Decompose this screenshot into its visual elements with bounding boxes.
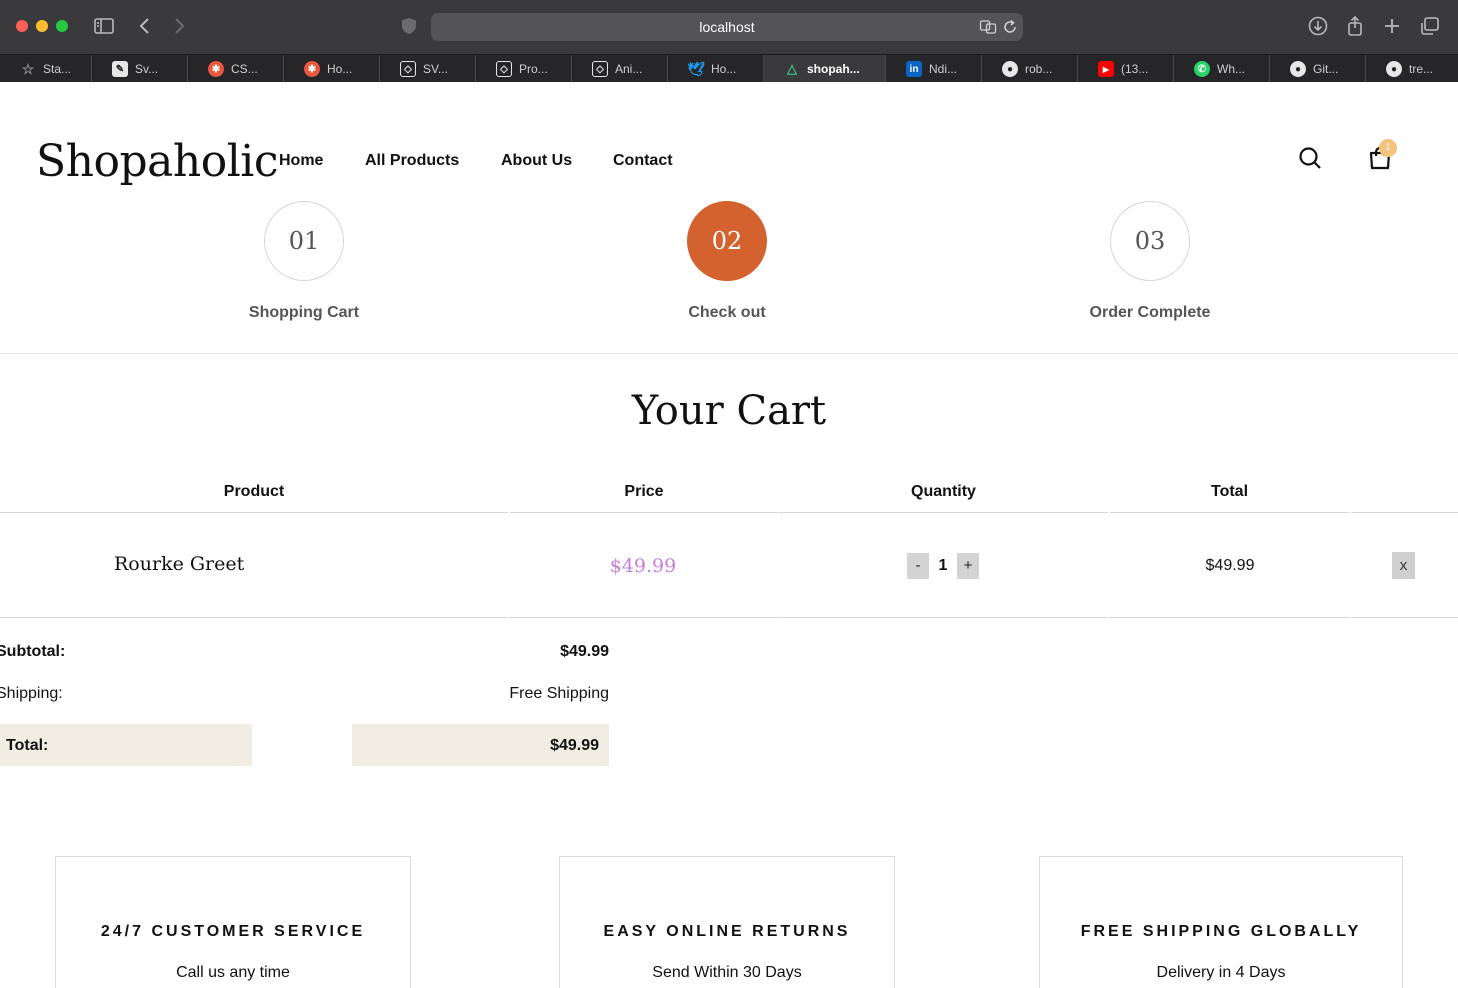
item-row-line [1110, 617, 1349, 618]
browser-tab[interactable]: ● Git... [1270, 55, 1366, 83]
header-row-line [779, 512, 1108, 513]
shipping-label: Shipping: [0, 685, 63, 702]
header-row-line [0, 512, 508, 513]
header-row-line [1110, 512, 1349, 513]
total-value: $49.99 [550, 737, 599, 754]
step-1-label: Shopping Cart [248, 304, 360, 321]
step-2-circle: 02 [687, 201, 767, 281]
browser-tab[interactable]: ✱ CS... [188, 55, 284, 83]
column-header-product: Product [223, 483, 285, 500]
url-text: localhost [699, 19, 755, 35]
nav-contact[interactable]: Contact [613, 152, 673, 170]
zoom-window-button[interactable] [56, 20, 68, 32]
item-row-line [1351, 617, 1458, 618]
whatsapp-icon: ✆ [1194, 61, 1210, 77]
browser-tab[interactable]: ◇ Ani... [572, 55, 668, 83]
nav-about-us[interactable]: About Us [501, 152, 572, 170]
browser-tab[interactable]: ✱ Ho... [284, 55, 380, 83]
item-row-line [779, 617, 1108, 618]
feature-card-returns: EASY ONLINE RETURNS Send Within 30 Days [559, 856, 895, 988]
codepen-icon: ◇ [496, 61, 512, 77]
quantity-value: 1 [938, 557, 948, 574]
share-icon[interactable] [1343, 14, 1367, 38]
codepen-icon: ◇ [400, 61, 416, 77]
section-divider [0, 353, 1458, 354]
browser-tab[interactable]: ☆ Sta... [0, 55, 92, 83]
subtotal-value: $49.99 [560, 643, 609, 660]
browser-tab[interactable]: ◇ Pro... [476, 55, 572, 83]
browser-tab[interactable]: 🕊 Ho... [668, 55, 764, 83]
github-icon: ● [1386, 61, 1402, 77]
back-icon[interactable] [133, 14, 157, 38]
total-label: Total: [6, 737, 49, 754]
browser-tab[interactable]: ◇ SV... [380, 55, 476, 83]
column-header-price: Price [624, 483, 664, 500]
cart-item-name: Rourke Greet [114, 553, 245, 575]
subtotal-label: Subtotal: [0, 643, 66, 660]
browser-toolbar: localhost [0, 0, 1458, 54]
feature-card-shipping: FREE SHIPPING GLOBALLY Delivery in 4 Day… [1039, 856, 1403, 988]
privacy-shield-icon[interactable] [397, 14, 421, 38]
item-row-line [0, 617, 508, 618]
quantity-increment-button[interactable]: + [957, 553, 979, 579]
github-icon: ● [1002, 61, 1018, 77]
flower-icon: ✱ [208, 61, 224, 77]
nav-all-products[interactable]: All Products [365, 152, 459, 170]
forward-icon[interactable] [167, 14, 191, 38]
cart-count-badge: 1 [1379, 139, 1397, 157]
feature-subtitle: Send Within 30 Days [652, 964, 802, 981]
codepen-icon: ◇ [592, 61, 608, 77]
address-bar[interactable]: localhost [431, 13, 1023, 41]
pen-icon: ✎ [112, 61, 128, 77]
browser-tab[interactable]: ● tre... [1366, 55, 1458, 83]
quantity-decrement-button[interactable]: - [907, 553, 929, 579]
feature-title: EASY ONLINE RETURNS [603, 923, 851, 940]
downloads-icon[interactable] [1306, 14, 1330, 38]
youtube-icon: ▶ [1098, 61, 1114, 77]
feature-subtitle: Call us any time [176, 964, 290, 981]
star-icon: ☆ [21, 60, 35, 77]
feature-title: 24/7 CUSTOMER SERVICE [100, 923, 366, 940]
step-2-label: Check out [688, 304, 766, 321]
shipping-value: Free Shipping [509, 685, 609, 702]
step-1-circle: 01 [264, 201, 344, 281]
step-3-circle: 03 [1110, 201, 1190, 281]
browser-tab[interactable]: ✎ Sv... [92, 55, 188, 83]
browser-tab-active[interactable]: △ shopah... [764, 55, 886, 83]
twitter-icon: 🕊 [687, 60, 705, 77]
web-page: Shopaholic Home All Products About Us Co… [0, 82, 1458, 988]
remove-item-button[interactable]: x [1392, 552, 1415, 579]
sidebar-toggle-icon[interactable] [92, 14, 116, 38]
translate-icon[interactable] [979, 18, 997, 36]
close-window-button[interactable] [16, 20, 28, 32]
tab-overview-icon[interactable] [1418, 14, 1442, 38]
cart-item-total: $49.99 [1205, 557, 1255, 574]
browser-tab[interactable]: ● rob... [982, 55, 1078, 83]
site-logo[interactable]: Shopaholic [36, 136, 278, 187]
flower-icon: ✱ [304, 61, 320, 77]
search-icon[interactable] [1296, 144, 1324, 172]
column-header-quantity: Quantity [911, 483, 976, 500]
nav-home[interactable]: Home [279, 152, 323, 170]
step-3-label: Order Complete [1089, 304, 1211, 321]
header-row-line [510, 512, 778, 513]
browser-tab[interactable]: ▶ (13... [1078, 55, 1174, 83]
cart-item-price: $49.99 [609, 555, 677, 577]
column-header-total: Total [1210, 483, 1249, 500]
new-tab-icon[interactable] [1380, 14, 1404, 38]
reload-icon[interactable] [1001, 18, 1019, 36]
github-icon: ● [1290, 61, 1306, 77]
browser-tab[interactable]: in Ndi... [886, 55, 982, 83]
browser-tab[interactable]: ✆ Wh... [1174, 55, 1270, 83]
minimize-window-button[interactable] [36, 20, 48, 32]
feature-subtitle: Delivery in 4 Days [1156, 964, 1286, 981]
vue-icon: △ [787, 61, 797, 76]
feature-title: FREE SHIPPING GLOBALLY [1080, 923, 1362, 940]
feature-card-customer-service: 24/7 CUSTOMER SERVICE Call us any time [55, 856, 411, 988]
header-row-line [1351, 512, 1458, 513]
tab-bar: ☆ Sta... ✎ Sv... ✱ CS... ✱ Ho... ◇ SV... ◇ Pro… [0, 54, 1458, 83]
page-title: Your Cart [631, 388, 827, 434]
item-row-line [510, 617, 778, 618]
linkedin-icon: in [906, 61, 922, 77]
